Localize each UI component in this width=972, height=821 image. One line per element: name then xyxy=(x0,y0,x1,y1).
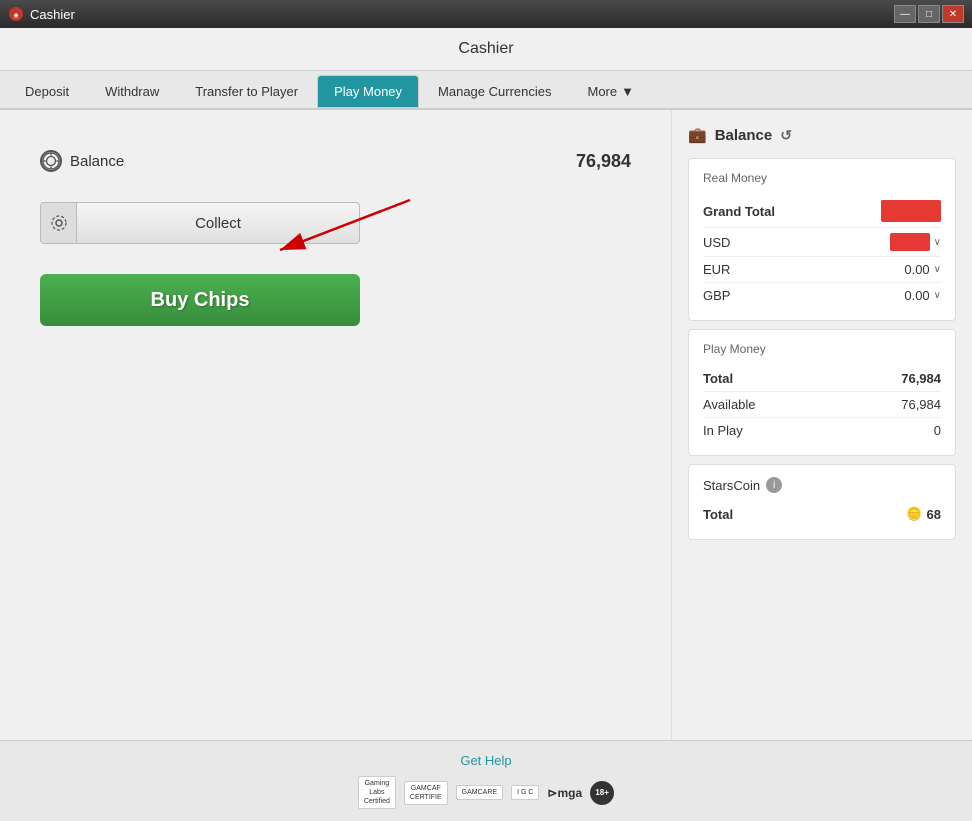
available-label: Available xyxy=(703,397,756,412)
balance-row: Balance 76,984 xyxy=(40,140,631,182)
get-help-link[interactable]: Get Help xyxy=(12,753,960,768)
usd-chevron: ∨ xyxy=(934,237,941,248)
usd-value: ∨ xyxy=(890,233,941,251)
chevron-down-icon: ▼ xyxy=(621,84,634,99)
gamcaf-badge: GAMCAF CERTIFIE xyxy=(404,781,448,805)
app-header: Cashier xyxy=(0,28,972,71)
play-money-total-value: 76,984 xyxy=(901,371,941,386)
info-icon[interactable]: i xyxy=(766,477,782,493)
in-play-row: In Play 0 xyxy=(703,418,941,443)
grand-total-row: Grand Total xyxy=(703,195,941,228)
tab-bar: Deposit Withdraw Transfer to Player Play… xyxy=(0,71,972,110)
title-bar-controls: — □ ✕ xyxy=(894,5,964,23)
gamcare-badge: GAMCARE xyxy=(456,785,503,800)
starscoin-label: StarsCoin xyxy=(703,478,760,493)
available-row: Available 76,984 xyxy=(703,392,941,418)
app-icon: ♠ xyxy=(8,6,24,22)
balance-icon xyxy=(40,150,62,172)
starscoin-header: StarsCoin i xyxy=(703,477,941,493)
tab-withdraw[interactable]: Withdraw xyxy=(88,75,176,108)
play-money-title: Play Money xyxy=(703,342,941,356)
balance-label: Balance xyxy=(40,150,124,172)
usd-row[interactable]: USD ∨ xyxy=(703,228,941,257)
right-panel: 💼 Balance ↺ Real Money Grand Total USD ∨… xyxy=(672,110,972,740)
tab-more[interactable]: More ▼ xyxy=(570,75,651,108)
coin-icon: 🪙 xyxy=(906,506,922,522)
starscoin-total-row: Total 🪙 68 xyxy=(703,501,941,527)
title-bar: ♠ Cashier — □ ✕ xyxy=(0,0,972,28)
gbp-chevron: ∨ xyxy=(934,290,941,301)
available-value: 76,984 xyxy=(901,397,941,412)
balance-section-header: 💼 Balance ↺ xyxy=(688,126,956,144)
tab-currencies[interactable]: Manage Currencies xyxy=(421,75,568,108)
grand-total-value xyxy=(881,200,941,222)
certification-logos: Gaming Labs Certified GAMCAF CERTIFIE GA… xyxy=(12,776,960,809)
play-money-total-label: Total xyxy=(703,371,733,386)
collect-icon-button[interactable] xyxy=(41,203,77,243)
balance-text: Balance xyxy=(70,153,124,170)
play-money-total-row: Total 76,984 xyxy=(703,366,941,392)
real-money-title: Real Money xyxy=(703,171,941,185)
starscoin-card: StarsCoin i Total 🪙 68 xyxy=(688,464,956,540)
gaming-labs-badge: Gaming Labs Certified xyxy=(358,776,396,809)
svg-text:♠: ♠ xyxy=(14,10,19,20)
grand-total-label: Grand Total xyxy=(703,204,775,219)
mga-logo: ⊳mga xyxy=(547,786,582,800)
left-panel: Balance 76,984 Collect Buy Chips xyxy=(0,110,672,740)
igc-badge: I G C xyxy=(511,785,539,800)
usd-label: USD xyxy=(703,235,730,250)
main-content: Balance 76,984 Collect Buy Chips 💼 Balan… xyxy=(0,110,972,740)
starscoin-total-value: 🪙 68 xyxy=(906,506,941,522)
in-play-value: 0 xyxy=(934,423,941,438)
real-money-card: Real Money Grand Total USD ∨ EUR 0.00 ∨ xyxy=(688,158,956,321)
eur-value: 0.00 ∨ xyxy=(904,262,941,277)
tab-transfer[interactable]: Transfer to Player xyxy=(178,75,315,108)
gbp-value: 0.00 ∨ xyxy=(904,288,941,303)
maximize-button[interactable]: □ xyxy=(918,5,940,23)
briefcase-icon: 💼 xyxy=(688,126,707,144)
age-restriction-badge: 18+ xyxy=(590,781,614,805)
refresh-button[interactable]: ↺ xyxy=(780,127,792,144)
eur-label: EUR xyxy=(703,262,730,277)
close-button[interactable]: ✕ xyxy=(942,5,964,23)
buy-chips-button[interactable]: Buy Chips xyxy=(40,274,360,326)
usd-amount xyxy=(890,233,930,251)
collect-row: Collect xyxy=(40,202,360,244)
minimize-button[interactable]: — xyxy=(894,5,916,23)
play-money-card: Play Money Total 76,984 Available 76,984… xyxy=(688,329,956,456)
title-bar-title: Cashier xyxy=(30,7,75,22)
eur-chevron: ∨ xyxy=(934,264,941,275)
title-bar-left: ♠ Cashier xyxy=(8,6,75,22)
gbp-label: GBP xyxy=(703,288,730,303)
header-title: Cashier xyxy=(458,40,513,57)
gbp-row[interactable]: GBP 0.00 ∨ xyxy=(703,283,941,308)
tab-playmoney[interactable]: Play Money xyxy=(317,75,419,108)
eur-row[interactable]: EUR 0.00 ∨ xyxy=(703,257,941,283)
balance-value: 76,984 xyxy=(576,151,631,172)
in-play-label: In Play xyxy=(703,423,743,438)
gear-icon xyxy=(50,214,68,232)
tab-deposit[interactable]: Deposit xyxy=(8,75,86,108)
starscoin-total-label: Total xyxy=(703,507,733,522)
balance-section-title: Balance xyxy=(715,127,773,144)
footer: Get Help Gaming Labs Certified GAMCAF CE… xyxy=(0,740,972,821)
collect-button[interactable]: Collect xyxy=(77,203,359,243)
